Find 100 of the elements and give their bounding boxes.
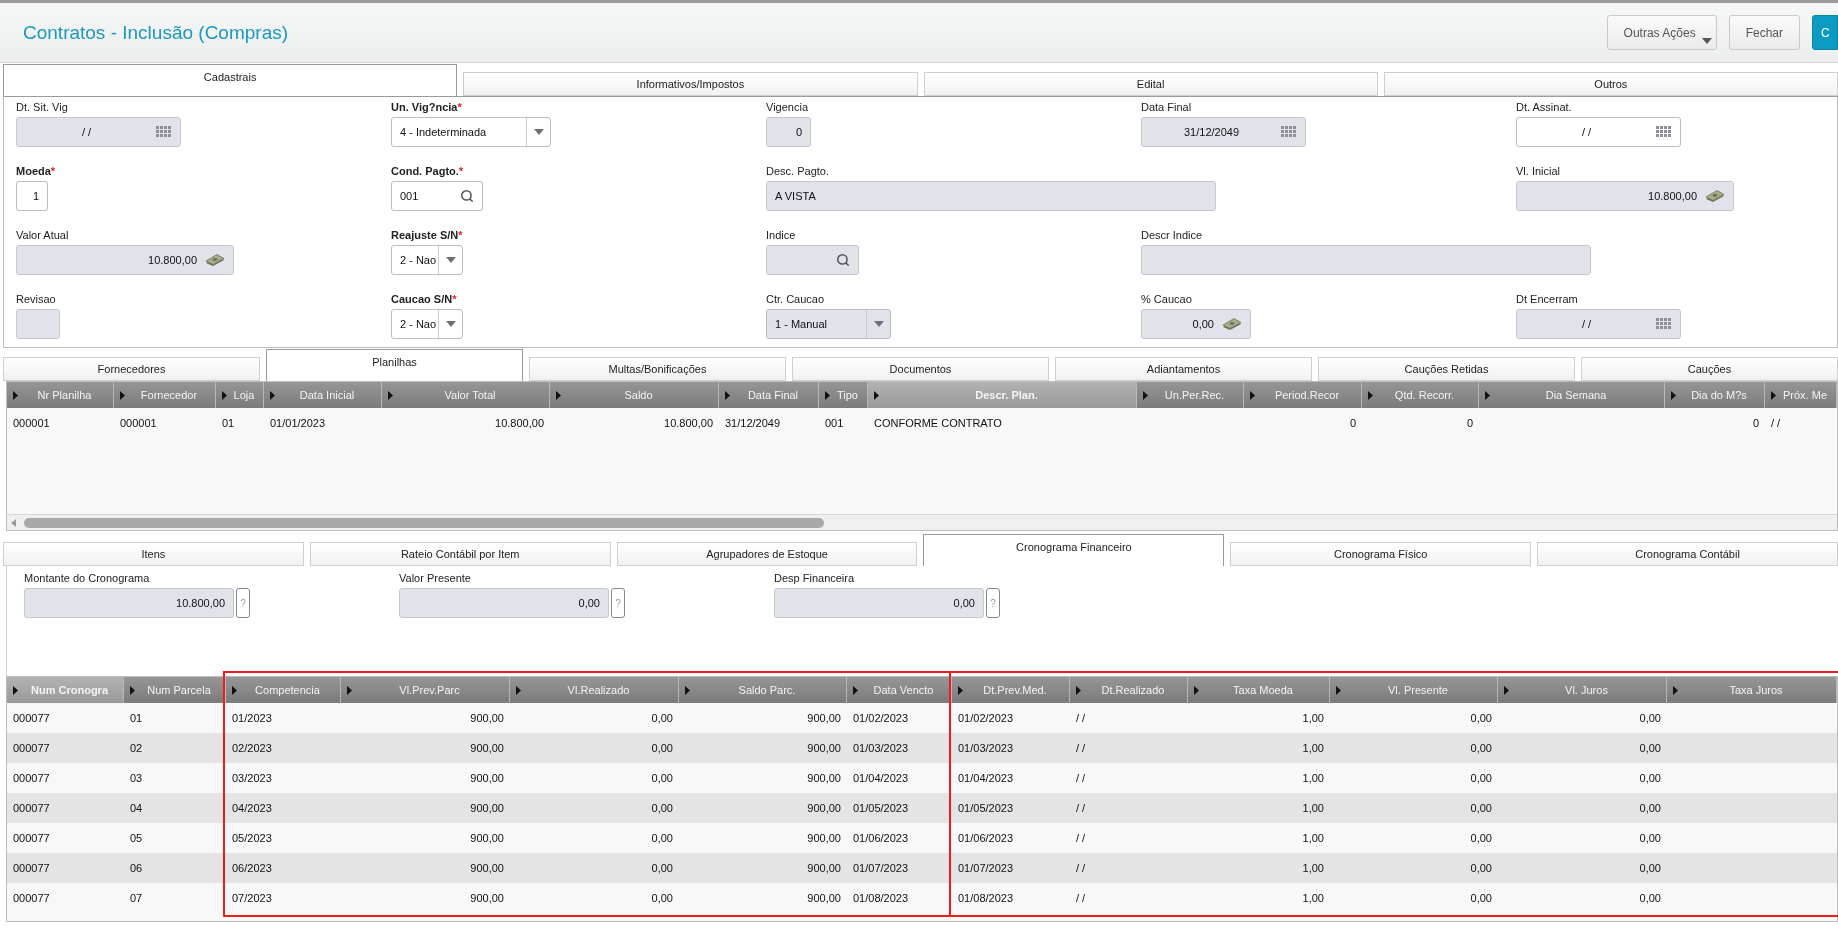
table-cell-text: 01/08/2023 — [852, 891, 910, 906]
column-arrow-icon — [120, 390, 125, 400]
table-cell-text: 0 — [1465, 416, 1474, 431]
caret-icon[interactable] — [533, 129, 544, 135]
table-cell-text: 1,00 — [1301, 891, 1325, 906]
close-button[interactable]: Fechar — [1728, 15, 1800, 50]
table-cell-text: 0,00 — [1638, 741, 1662, 756]
table-cell-text: 1,00 — [1301, 831, 1325, 846]
caret-icon[interactable] — [445, 321, 456, 327]
tab[interactable]: Informativos/Impostos — [463, 72, 918, 96]
table-cell-text: 01/01/2023 — [269, 416, 327, 431]
tab[interactable]: Cronograma Físico — [1230, 542, 1532, 566]
table-cell-text: 000077 — [12, 711, 51, 726]
column-arrow-icon — [13, 685, 18, 695]
tab[interactable]: Cauções — [1581, 357, 1838, 381]
table-cell-text: 1,00 — [1301, 861, 1325, 876]
table-cell-text: 900,00 — [806, 831, 842, 846]
table-cell-text: 01/03/2023 — [852, 741, 910, 756]
select-field[interactable]: 2 - Nao — [391, 309, 463, 339]
table-cell-text: 0,00 — [1469, 861, 1493, 876]
table-cell-text: 0,00 — [1638, 891, 1662, 906]
table-cell-text: 01/07/2023 — [957, 861, 1015, 876]
column-arrow-icon — [347, 685, 352, 695]
table-cell-text: 06/2023 — [231, 861, 273, 876]
table-cell-text: 900,00 — [469, 831, 505, 846]
table-cell-text: 000077 — [12, 891, 51, 906]
column-arrow-icon — [270, 390, 275, 400]
field-label: Indice — [766, 229, 797, 243]
scrollbar-track[interactable] — [7, 514, 1837, 530]
column-arrow-icon — [1250, 390, 1255, 400]
table-cell-text: / / — [1075, 891, 1087, 906]
table-cell-text: / / — [1075, 771, 1087, 786]
table-cell-text: 0,00 — [1469, 801, 1493, 816]
field-label: Dt Encerram — [1516, 293, 1579, 307]
more-actions-button[interactable]: Outras Ações — [1606, 15, 1717, 50]
date-field[interactable]: / / — [1516, 117, 1681, 147]
scrollbar-thumb[interactable] — [24, 517, 824, 528]
table-cell-text: 900,00 — [806, 711, 842, 726]
caret-icon[interactable] — [1701, 38, 1712, 44]
amount-field[interactable]: 0,00 — [399, 588, 609, 618]
table-cell-text: 01/06/2023 — [852, 831, 910, 846]
tab[interactable]: Cronograma Contábil — [1537, 542, 1838, 566]
table-cell-text: 900,00 — [469, 711, 505, 726]
column-header[interactable]: Loja — [216, 382, 264, 408]
column-arrow-icon — [874, 390, 879, 400]
table-cell-text: 900,00 — [469, 801, 505, 816]
tab[interactable]: Edital — [923, 72, 1378, 96]
column-arrow-icon — [516, 685, 521, 695]
table-cell-text: / / — [1770, 416, 1782, 431]
column-arrow-icon — [958, 685, 963, 695]
tab[interactable]: Agrupadores de Estoque — [616, 542, 918, 566]
select-field[interactable]: 4 - Indeterminada — [391, 117, 551, 147]
tab[interactable]: Planilhas — [266, 349, 523, 381]
input-field[interactable]: 1 — [16, 181, 48, 211]
tab[interactable]: Cadastrais — [3, 64, 458, 96]
field-label: Vl. Inicial — [1516, 165, 1562, 179]
table-cell-text: 01/08/2023 — [957, 891, 1015, 906]
scroll-left-icon[interactable] — [11, 518, 16, 527]
column-arrow-icon — [1336, 685, 1341, 695]
table-cell-text: 000077 — [12, 861, 51, 876]
table-cell-text: 0,00 — [650, 861, 674, 876]
field-label: Data Final — [1141, 101, 1193, 115]
column-arrow-icon — [1485, 390, 1490, 400]
table-cell-text: 900,00 — [806, 861, 842, 876]
table-cell-text: 0,00 — [650, 891, 674, 906]
column-arrow-icon — [1368, 390, 1373, 400]
table-cell-text: 05 — [129, 831, 144, 846]
lookup-field[interactable]: 001 — [391, 181, 483, 211]
tab[interactable]: Cronograma Financeiro — [923, 534, 1225, 566]
tab[interactable]: Fornecedores — [3, 357, 260, 381]
select-field[interactable]: 2 - Nao — [391, 245, 463, 275]
tab[interactable]: Rateio Contábil por Item — [309, 542, 611, 566]
tab[interactable]: Documentos — [792, 357, 1049, 381]
calendar-icon[interactable] — [1656, 126, 1672, 138]
table-cell-text: / / — [1075, 741, 1087, 756]
table-cell-text: 0,00 — [1638, 801, 1662, 816]
field-label: Ctr. Caucao — [766, 293, 826, 307]
field-label: Moeda* — [16, 165, 57, 179]
tab[interactable]: Itens — [3, 542, 304, 566]
tab[interactable]: Adiantamentos — [1055, 357, 1312, 381]
field-label: Dt. Assinat. — [1516, 101, 1573, 115]
column-arrow-icon — [1671, 390, 1676, 400]
caret-icon[interactable] — [445, 257, 456, 263]
tab[interactable]: Cauções Retidas — [1318, 357, 1575, 381]
field-label: Descr Indice — [1141, 229, 1204, 243]
table-cell-text: 01/04/2023 — [957, 771, 1015, 786]
table-cell-text: 1,00 — [1301, 771, 1325, 786]
search-icon[interactable] — [460, 189, 474, 203]
amount-field[interactable]: 0,00 — [774, 588, 984, 618]
table-cell-text: 01/02/2023 — [957, 711, 1015, 726]
amount-field[interactable]: 10.800,00 — [24, 588, 234, 618]
tab[interactable]: Multas/Bonificações — [529, 357, 786, 381]
table-cell-text: 01/05/2023 — [852, 801, 910, 816]
tab[interactable]: Outros — [1383, 72, 1838, 96]
table-cell-text: 0,00 — [1469, 831, 1493, 846]
window-title: Contratos - Inclusão (Compras) — [23, 21, 289, 44]
table-cell-text: 31/12/2049 — [724, 416, 782, 431]
table-cell-text: 0,00 — [1469, 891, 1493, 906]
table-cell-text: 1,00 — [1301, 801, 1325, 816]
table-cell-text: 06 — [129, 861, 144, 876]
